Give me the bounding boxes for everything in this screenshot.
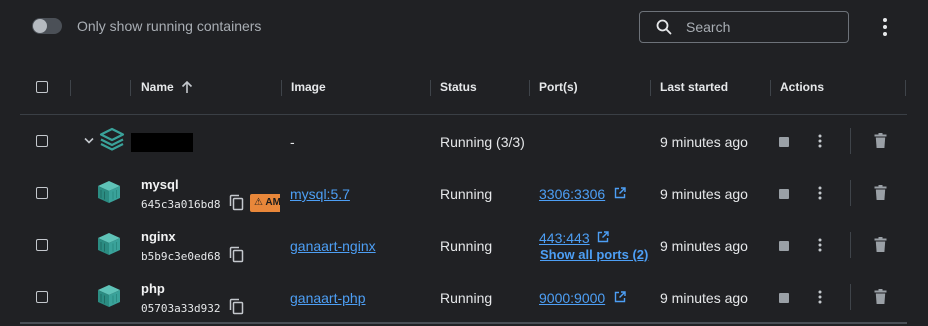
search-icon — [656, 19, 672, 35]
container-last-started: 9 minutes ago — [660, 238, 748, 254]
stop-icon[interactable] — [779, 189, 789, 199]
search-box[interactable] — [639, 11, 849, 43]
copy-icon[interactable] — [229, 246, 244, 263]
more-options-icon[interactable] — [876, 17, 894, 37]
container-last-started: 9 minutes ago — [660, 290, 748, 306]
toggle-knob — [33, 19, 47, 33]
stop-icon[interactable] — [779, 241, 789, 251]
column-header-image[interactable]: Image — [291, 80, 326, 94]
port-link[interactable]: 3306:3306 — [539, 186, 605, 202]
column-divider — [770, 80, 771, 96]
container-name[interactable]: php — [141, 281, 165, 296]
container-icon — [98, 233, 120, 255]
group-name-redacted[interactable] — [131, 133, 193, 152]
container-icon — [98, 285, 120, 307]
image-link[interactable]: ganaart-php — [290, 290, 366, 306]
column-header-name[interactable]: Name — [141, 80, 174, 94]
column-header-actions: Actions — [780, 80, 825, 94]
column-divider — [130, 80, 131, 96]
port-link[interactable]: 443:443 — [539, 230, 590, 246]
stop-icon[interactable] — [779, 137, 789, 147]
trash-icon[interactable] — [874, 289, 887, 304]
toggle-label: Only show running containers — [77, 18, 262, 34]
container-name[interactable]: mysql — [141, 177, 179, 192]
header-divider — [20, 114, 907, 115]
row-checkbox[interactable] — [36, 291, 48, 303]
select-all-checkbox[interactable] — [36, 81, 48, 93]
column-divider — [650, 80, 651, 96]
action-divider — [850, 180, 851, 206]
column-header-last-started[interactable]: Last started — [660, 80, 728, 94]
copy-icon[interactable] — [229, 298, 244, 315]
trash-icon[interactable] — [874, 133, 887, 148]
kebab-icon[interactable] — [814, 237, 826, 253]
column-divider — [905, 80, 906, 96]
external-link-icon[interactable] — [614, 291, 626, 303]
row-checkbox[interactable] — [36, 187, 48, 199]
container-id: b5b9c3e0ed68 — [141, 250, 221, 263]
image-link[interactable]: mysql:5.7 — [290, 186, 350, 202]
search-input[interactable] — [686, 12, 841, 42]
kebab-icon[interactable] — [814, 185, 826, 201]
warning-icon: ⚠ — [254, 197, 263, 208]
group-last-started: 9 minutes ago — [660, 134, 748, 150]
action-divider — [850, 128, 851, 154]
table-bottom-border — [20, 322, 907, 324]
column-header-status[interactable]: Status — [440, 80, 477, 94]
external-link-icon[interactable] — [614, 187, 626, 199]
container-status: Running — [440, 186, 493, 202]
container-name[interactable]: nginx — [141, 229, 176, 244]
chevron-down-icon[interactable] — [84, 137, 94, 145]
group-image: - — [290, 134, 295, 150]
stack-icon — [99, 127, 125, 151]
copy-icon[interactable] — [229, 194, 244, 211]
action-divider — [850, 232, 851, 258]
container-icon — [98, 181, 120, 203]
show-all-ports-link[interactable]: Show all ports (2) — [540, 247, 648, 262]
column-header-ports[interactable]: Port(s) — [539, 80, 578, 94]
action-divider — [850, 284, 851, 310]
kebab-icon[interactable] — [814, 133, 826, 149]
container-status: Running — [440, 290, 493, 306]
port-link[interactable]: 9000:9000 — [539, 290, 605, 306]
stop-icon[interactable] — [779, 293, 789, 303]
container-id: 645c3a016bd8 — [141, 198, 221, 211]
running-only-toggle[interactable] — [32, 18, 62, 34]
group-status: Running (3/3) — [440, 134, 525, 150]
column-divider — [281, 80, 282, 96]
arrow-up-icon[interactable] — [180, 80, 194, 94]
column-divider — [430, 80, 431, 96]
warning-badge-text: AM — [265, 197, 280, 208]
column-divider — [70, 80, 71, 96]
container-last-started: 9 minutes ago — [660, 186, 748, 202]
kebab-icon[interactable] — [814, 289, 826, 305]
container-id: 05703a33d932 — [141, 302, 221, 315]
trash-icon[interactable] — [874, 185, 887, 200]
external-link-icon[interactable] — [597, 231, 609, 243]
warning-badge[interactable]: ⚠ AM — [250, 194, 280, 212]
trash-icon[interactable] — [874, 237, 887, 252]
container-status: Running — [440, 238, 493, 254]
column-divider — [529, 80, 530, 96]
row-checkbox[interactable] — [36, 239, 48, 251]
image-link[interactable]: ganaart-nginx — [290, 238, 376, 254]
group-checkbox[interactable] — [36, 135, 48, 147]
